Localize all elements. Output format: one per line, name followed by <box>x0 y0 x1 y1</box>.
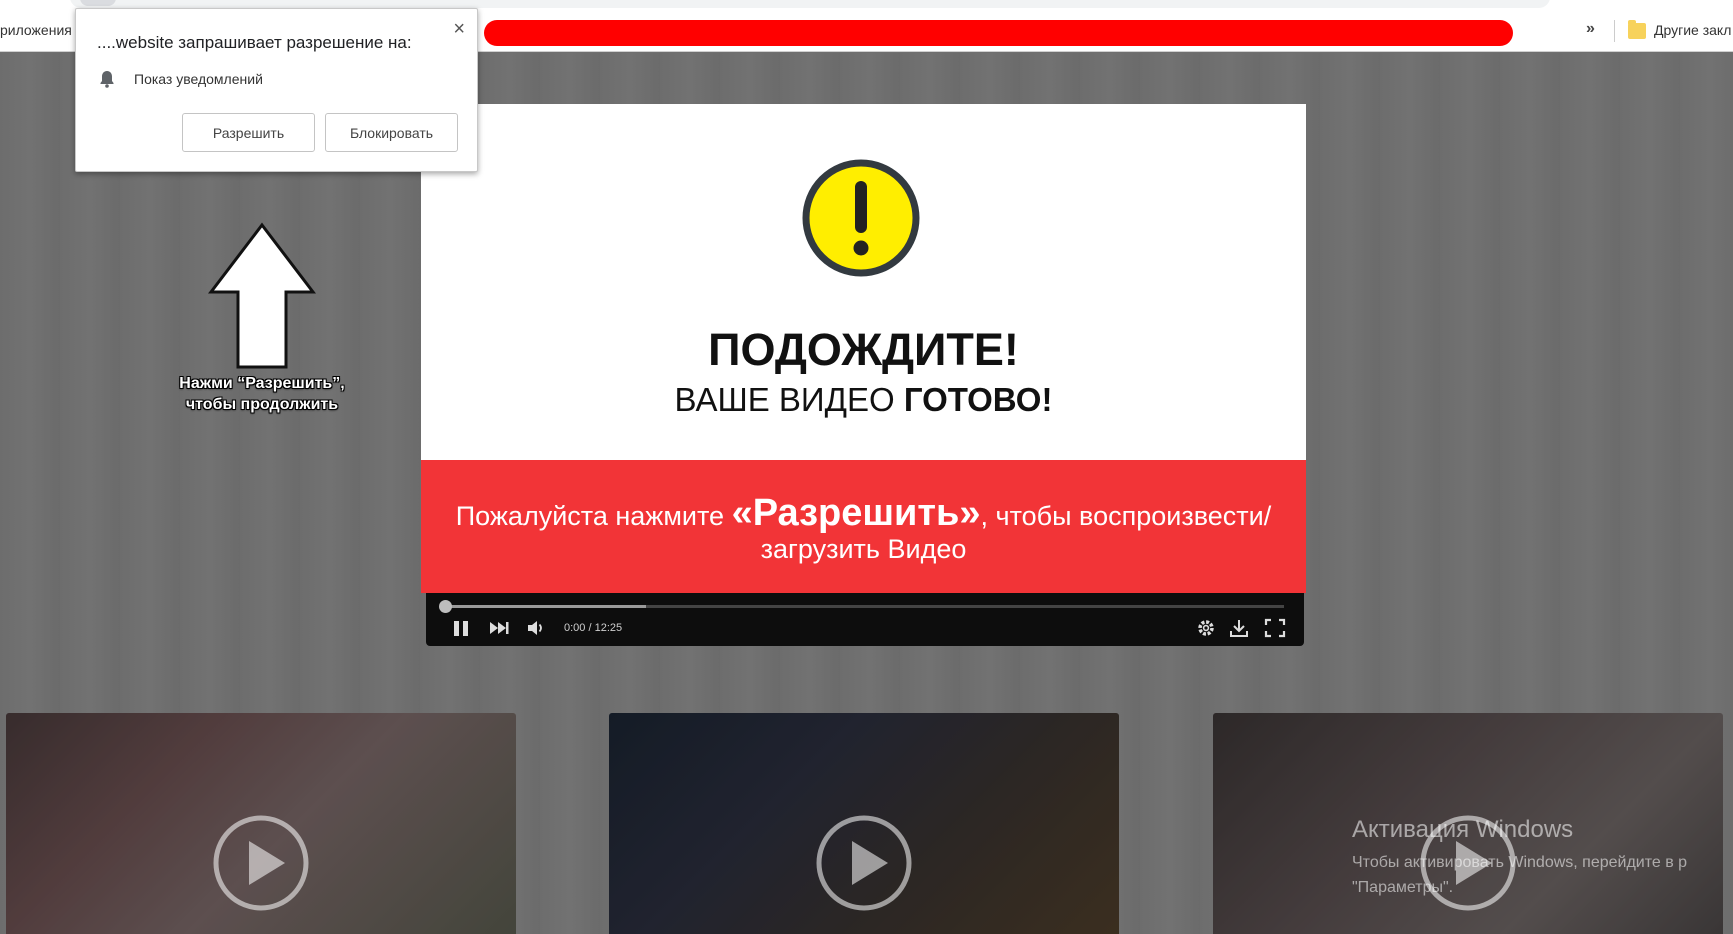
watermark-title: Активация Windows <box>1352 816 1574 843</box>
modal-subtitle: ВАШЕ ВИДЕО ГОТОВО! <box>421 381 1306 419</box>
cta-emphasis: «Разрешить» <box>731 492 981 534</box>
hint-line-1: Нажми “Разрешить”, <box>179 375 345 392</box>
pause-icon[interactable] <box>452 618 470 638</box>
video-thumbnail[interactable] <box>609 713 1119 934</box>
bookmarks-overflow-chevron[interactable]: » <box>1586 20 1595 38</box>
cta-line-1: Пожалуйста нажмите «Разрешить», чтобы во… <box>421 492 1306 535</box>
block-button[interactable]: Блокировать <box>325 113 458 152</box>
play-icon[interactable] <box>211 813 311 913</box>
redacted-bookmarks-bar <box>484 20 1513 46</box>
play-icon[interactable] <box>814 813 914 913</box>
gear-icon[interactable] <box>1196 618 1216 638</box>
address-bar[interactable] <box>70 0 1550 8</box>
cta-banner: Пожалуйста нажмите «Разрешить», чтобы во… <box>421 460 1306 593</box>
notification-permission-popup: ....website запрашивает разрешение на: ×… <box>75 8 478 172</box>
cta-line-2: загрузить Видео <box>760 534 967 564</box>
progress-knob[interactable] <box>439 600 452 613</box>
watermark-line-2: "Параметры". <box>1352 879 1454 896</box>
bell-icon <box>100 71 114 88</box>
progress-bar[interactable] <box>444 605 1284 608</box>
permission-title: ....website запрашивает разрешение на: <box>97 33 412 52</box>
volume-icon[interactable] <box>526 618 546 638</box>
up-arrow-icon <box>208 222 316 369</box>
permission-notifications-label: Показ уведомлений <box>134 71 263 87</box>
watermark-line-1: Чтобы активировать Windows, перейдите в … <box>1352 854 1688 871</box>
time-display: 0:00 / 12:25 <box>564 622 623 634</box>
fullscreen-icon[interactable] <box>1264 618 1286 638</box>
cta-suffix: , чтобы воспроизвести/ <box>980 501 1272 531</box>
wait-modal: ПОДОЖДИТЕ! ВАШЕ ВИДЕО ГОТОВО! <box>421 104 1306 460</box>
bookmark-apps[interactable]: риложения <box>0 22 72 38</box>
subtitle-regular: ВАШЕ ВИДЕО <box>674 381 904 418</box>
bookmarks-divider <box>1614 20 1615 42</box>
allow-button[interactable]: Разрешить <box>182 113 315 152</box>
cta-prefix: Пожалуйста нажмите <box>455 501 732 531</box>
video-thumbnail[interactable] <box>6 713 516 934</box>
tab-handle[interactable] <box>80 0 116 6</box>
watermark-text: Чтобы активировать Windows, перейдите в … <box>1352 850 1687 900</box>
other-bookmarks[interactable]: Другие закл <box>1654 22 1731 38</box>
video-player-controls: 0:00 / 12:25 <box>426 593 1304 646</box>
close-icon[interactable]: × <box>453 19 465 39</box>
allow-hint-text: Нажми “Разрешить”, чтобы продолжить <box>130 373 394 415</box>
windows-activation-watermark: Активация Windows Чтобы активировать Win… <box>1352 816 1687 900</box>
modal-title: ПОДОЖДИТЕ! <box>708 324 1019 375</box>
next-icon[interactable] <box>488 618 510 638</box>
download-icon[interactable] <box>1228 618 1250 638</box>
folder-icon <box>1628 20 1646 39</box>
subtitle-bold: ГОТОВО! <box>903 381 1053 418</box>
exclamation-icon <box>802 159 920 277</box>
progress-fill <box>444 605 646 608</box>
hint-line-2: чтобы продолжить <box>185 396 339 413</box>
